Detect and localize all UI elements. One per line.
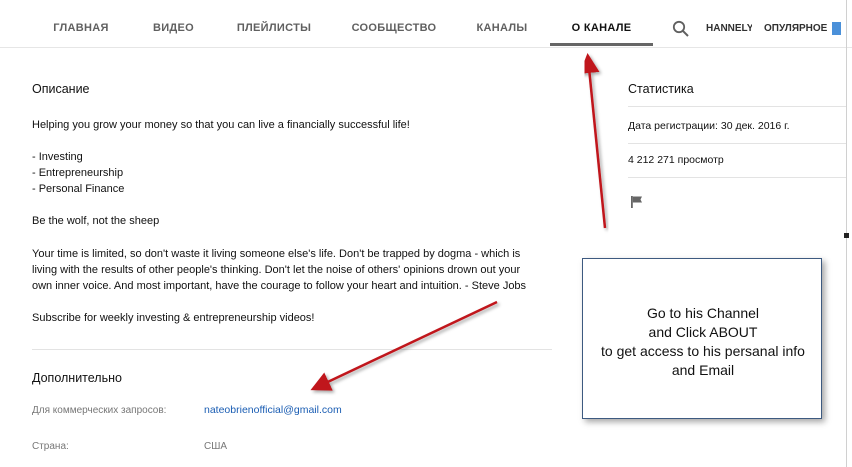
callout-line: and Email	[671, 362, 735, 378]
text-selection-highlight	[832, 22, 841, 35]
tab-channels[interactable]: КАНАЛЫ	[470, 0, 534, 48]
callout-line: to get access to his persanal info	[601, 343, 805, 359]
stats-divider	[628, 106, 846, 107]
description-line: Subscribe for weekly investing & entrepr…	[32, 312, 315, 324]
stats-divider	[628, 143, 846, 144]
tab-popular[interactable]: ОПУЛЯРНОЕ	[764, 0, 832, 48]
stats-divider	[628, 177, 846, 178]
flag-icon[interactable]	[630, 195, 644, 209]
stats-title: Статистика	[628, 82, 694, 96]
callout-line: Go to his Channel	[646, 305, 760, 321]
callout-text: Go to his Channel and Click ABOUT to get…	[583, 304, 823, 380]
callout-line: and Click ABOUT	[648, 324, 758, 340]
tab-home[interactable]: ГЛАВНАЯ	[46, 0, 116, 48]
country-value: США	[204, 441, 228, 452]
description-line: - Entrepreneurship	[32, 167, 124, 179]
arrow-to-email	[310, 300, 498, 391]
country-label: Страна:	[32, 441, 69, 452]
description-line: own inner voice. And most important, hav…	[32, 280, 527, 292]
business-email-link[interactable]: nateobrienofficial@gmail.com	[204, 404, 342, 416]
joined-date: Дата регистрации: 30 дек. 2016 г.	[628, 120, 790, 132]
tab-community[interactable]: СООБЩЕСТВО	[348, 0, 440, 48]
description-line: living with the results of other people'…	[32, 264, 521, 276]
description-line: Be the wolf, not the sheep	[32, 215, 160, 227]
description-title: Описание	[32, 82, 90, 96]
channel-tabs: ГЛАВНАЯ ВИДЕО ПЛЕЙЛИСТЫ СООБЩЕСТВО КАНАЛ…	[0, 0, 852, 48]
tab-featured-channels[interactable]: HANNELY	[706, 0, 752, 48]
business-inquiries-label: Для коммерческих запросов:	[32, 405, 167, 416]
description-line: Your time is limited, so don't waste it …	[32, 248, 521, 260]
tab-playlists[interactable]: ПЛЕЙЛИСТЫ	[232, 0, 316, 48]
description-line: Helping you grow your money so that you …	[32, 119, 410, 131]
tab-about[interactable]: О КАНАЛЕ	[553, 0, 650, 48]
tab-videos[interactable]: ВИДЕО	[146, 0, 201, 48]
description-line: - Investing	[32, 151, 83, 163]
resize-handle[interactable]	[844, 233, 849, 238]
description-line: - Personal Finance	[32, 183, 125, 195]
view-count: 4 212 271 просмотр	[628, 154, 724, 166]
annotation-callout: Go to his Channel and Click ABOUT to get…	[582, 258, 822, 419]
search-icon[interactable]	[672, 20, 690, 38]
arrow-to-about-tab	[579, 53, 607, 229]
details-title: Дополнительно	[32, 371, 122, 385]
active-tab-indicator	[550, 43, 653, 46]
section-divider	[32, 349, 552, 350]
